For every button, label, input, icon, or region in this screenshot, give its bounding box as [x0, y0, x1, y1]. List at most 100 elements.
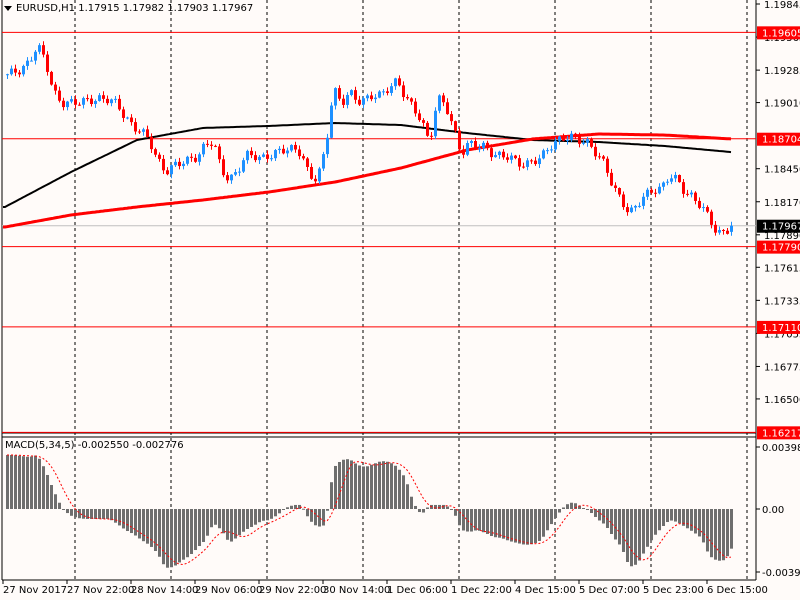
macd-bar [674, 509, 677, 522]
candle-body [86, 98, 89, 100]
candle [374, 93, 377, 104]
candle-body [262, 154, 265, 157]
candle [674, 171, 677, 183]
macd-bar [406, 484, 409, 509]
candle [82, 96, 85, 109]
candle-body [502, 151, 505, 158]
candle [158, 152, 161, 162]
candle [162, 154, 165, 175]
macd-bar [722, 509, 725, 561]
macd-bar [446, 506, 449, 509]
candle-body [302, 156, 305, 159]
candle-body [194, 157, 197, 162]
candle-body [106, 98, 109, 104]
macd-bar [494, 509, 497, 538]
macd-bar [598, 509, 601, 521]
candle [190, 153, 193, 162]
candle-body [510, 155, 513, 160]
candle-body [206, 143, 209, 145]
chart-canvas[interactable]: 1.198451.195651.192851.190101.184501.181… [0, 0, 800, 600]
candle-body [486, 142, 489, 149]
candle-body [150, 136, 153, 150]
candle-body [358, 99, 361, 105]
candle-body [434, 110, 437, 137]
time-tick-label: 1 Dec 22:00 [451, 585, 512, 596]
macd-bar [570, 502, 573, 509]
macd-bar [590, 509, 593, 514]
candle-body [146, 129, 149, 137]
macd-bar [658, 509, 661, 531]
candle [518, 154, 521, 171]
dropdown-triangle-icon[interactable] [4, 5, 12, 11]
time-tick-label: 28 Nov 14:00 [131, 585, 198, 596]
macd-bar [702, 509, 705, 543]
candle [186, 155, 189, 166]
candle [58, 86, 61, 103]
candle-body [198, 154, 201, 162]
macd-bar [626, 509, 629, 562]
candle [462, 145, 465, 159]
macd-bar [414, 505, 417, 509]
macd-bar [518, 509, 521, 544]
candle-body [134, 122, 137, 132]
candle-body [126, 117, 129, 119]
candle-body [378, 91, 381, 98]
candle [22, 64, 25, 77]
candle-body [366, 95, 369, 99]
time-tick-label: 27 Nov 22:00 [67, 585, 134, 596]
candle-body [454, 121, 457, 131]
candle [34, 49, 37, 65]
candle-body [162, 158, 165, 171]
macd-bar [10, 455, 13, 509]
candle-body [230, 174, 233, 181]
candle [402, 81, 405, 102]
candle-body [274, 150, 277, 159]
candle-body [406, 97, 409, 99]
candle [54, 81, 57, 95]
macd-tick-label: -0.003939 [762, 568, 800, 579]
candle-body [50, 71, 53, 85]
candle-body [70, 99, 73, 102]
macd-bar [686, 509, 689, 529]
candle [182, 161, 185, 170]
candle [438, 94, 441, 114]
macd-bar [654, 509, 657, 535]
candle [414, 98, 417, 117]
macd-bar [714, 509, 717, 560]
candle-body [610, 172, 613, 186]
macd-bar [410, 496, 413, 509]
candle [394, 77, 397, 90]
candle [626, 203, 629, 216]
candle-body [638, 205, 641, 207]
macd-bar [638, 509, 641, 561]
time-tick-label: 29 Nov 06:00 [195, 585, 262, 596]
candle [350, 89, 353, 97]
candle [10, 65, 13, 76]
macd-bar [242, 509, 245, 532]
candle [206, 140, 209, 148]
low-price: 1.17903 [167, 3, 209, 14]
macd-bar [558, 509, 561, 513]
candle [86, 94, 89, 102]
candle [358, 95, 361, 107]
candle-body [46, 54, 49, 72]
macd-bar [314, 509, 317, 526]
macd-bar [258, 509, 261, 523]
candle [486, 140, 489, 151]
price-tick-label: 1.18170 [764, 198, 800, 209]
candle-body [702, 207, 705, 209]
macd-bar [330, 482, 333, 509]
candle [218, 143, 221, 164]
candle [714, 220, 717, 236]
macd-bar [130, 509, 133, 534]
candle [78, 102, 81, 106]
candle [322, 151, 325, 171]
macd-bar [350, 460, 353, 509]
candle [614, 182, 617, 192]
macd-bar [582, 507, 585, 509]
macd-bar [106, 509, 109, 519]
time-tick-label: 29 Nov 22:00 [259, 585, 326, 596]
candle [606, 156, 609, 177]
macd-bar [186, 509, 189, 558]
candle-body [34, 51, 37, 61]
